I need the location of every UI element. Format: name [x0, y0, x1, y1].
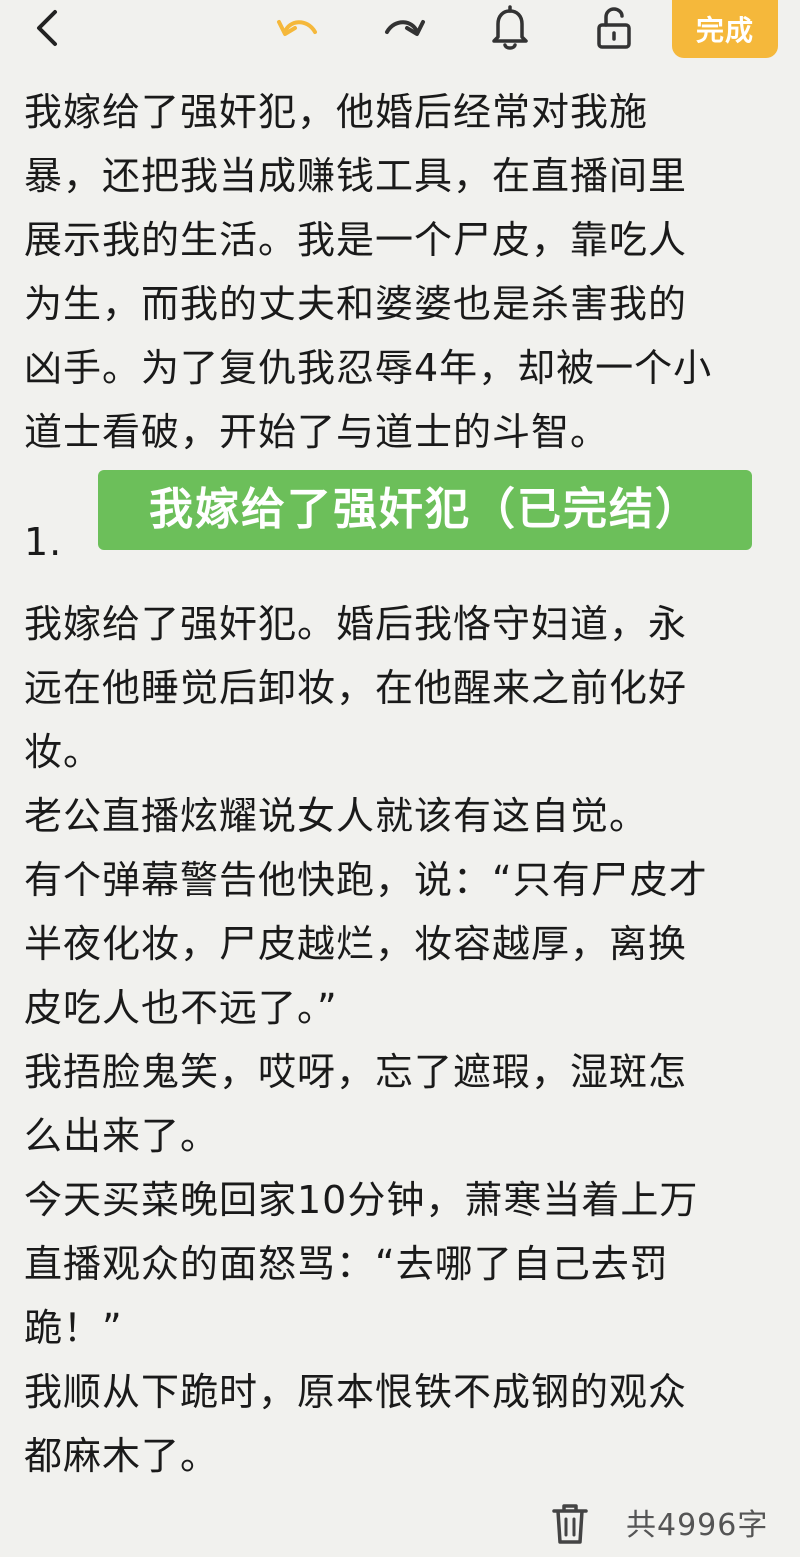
- delete-button[interactable]: [548, 1500, 592, 1548]
- text-line: 半夜化妆，尸皮越烂，妆容越厚，离换: [24, 922, 688, 966]
- text-line: 皮吃人也不远了。”: [24, 986, 338, 1030]
- done-button[interactable]: 完成: [672, 0, 778, 58]
- undo-button[interactable]: [270, 0, 326, 56]
- word-count: 共4996字: [626, 1508, 769, 1543]
- text-line: 么出来了。: [24, 1114, 220, 1158]
- text-line: 都麻木了。: [24, 1434, 220, 1478]
- text-line: 暴，还把我当成赚钱工具，在直播间里: [24, 154, 688, 198]
- intro-paragraph: 我嫁给了强奸犯，他婚后经常对我施 暴，还把我当成赚钱工具，在直播间里 展示我的生活。…: [24, 80, 784, 464]
- text-line: 我捂脸鬼笑，哎呀，忘了遮瑕，湿斑怎: [24, 1050, 688, 1094]
- bottom-bar: 共4996字: [0, 1500, 800, 1557]
- text-line: 道士看破，开始了与道士的斗智。: [24, 410, 610, 454]
- editor-toolbar: 完成: [0, 0, 800, 76]
- text-line: 展示我的生活。我是一个尸皮，靠吃人: [24, 218, 688, 262]
- chapter-text: 我嫁给了强奸犯。婚后我恪守妇道，永 远在他睡觉后卸妆，在他醒来之前化好 妆。老公直播…: [24, 592, 784, 1488]
- chapter-heading: 1. 我嫁给了强奸犯（已完结）: [24, 464, 784, 592]
- chevron-left-icon: [37, 10, 57, 46]
- text-line: 直播观众的面怒骂：“去哪了自己去罚: [24, 1242, 669, 1286]
- text-line: 老公直播炫耀说女人就该有这自觉。: [24, 794, 649, 838]
- unlock-icon: [597, 7, 631, 49]
- back-button[interactable]: [22, 0, 72, 56]
- trash-icon: [552, 1504, 588, 1544]
- title-banner: 我嫁给了强奸犯（已完结）: [98, 470, 752, 550]
- undo-icon: [277, 20, 317, 36]
- text-line: 我顺从下跪时，原本恨铁不成钢的观众: [24, 1370, 688, 1414]
- text-line: 有个弹幕警告他快跑，说：“只有尸皮才: [24, 858, 708, 902]
- lock-button[interactable]: [586, 0, 642, 56]
- document-body[interactable]: 我嫁给了强奸犯，他婚后经常对我施 暴，还把我当成赚钱工具，在直播间里 展示我的生活。…: [24, 80, 784, 1488]
- notification-button[interactable]: [482, 0, 538, 56]
- text-line: 妆。: [24, 730, 103, 774]
- text-line: 为生，而我的丈夫和婆婆也是杀害我的: [24, 282, 688, 326]
- bell-icon: [492, 5, 528, 50]
- text-line: 我嫁给了强奸犯，他婚后经常对我施: [24, 90, 649, 134]
- text-line: 我嫁给了强奸犯。婚后我恪守妇道，永: [24, 602, 688, 646]
- text-line: 跪！”: [24, 1306, 123, 1350]
- chapter-number: 1.: [24, 520, 63, 564]
- text-line: 远在他睡觉后卸妆，在他醒来之前化好: [24, 666, 688, 710]
- redo-button[interactable]: [376, 0, 432, 56]
- redo-icon: [385, 20, 425, 36]
- text-line: 今天买菜晚回家10分钟，萧寒当着上万: [24, 1178, 699, 1222]
- text-line: 凶手。为了复仇我忍辱4年，却被一个小: [24, 346, 713, 390]
